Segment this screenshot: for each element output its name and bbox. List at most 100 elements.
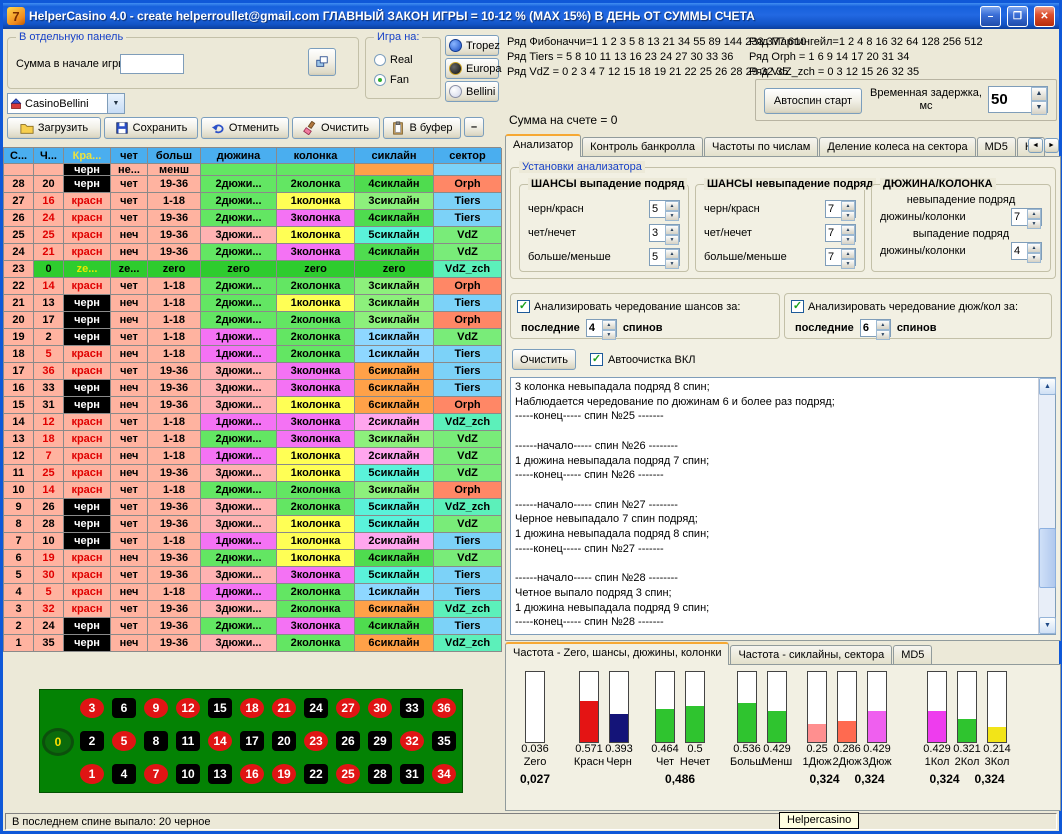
maximize-button[interactable]: ❐ bbox=[1007, 6, 1028, 27]
spinner[interactable]: 6▲▼ bbox=[860, 319, 891, 337]
collapse-button[interactable]: – bbox=[464, 117, 484, 137]
radio-real[interactable] bbox=[374, 54, 386, 66]
board-number-0[interactable]: 0 bbox=[45, 731, 71, 753]
log-scrollbar[interactable]: ▲ ▼ bbox=[1038, 378, 1055, 634]
tab-scroll-right-icon[interactable]: ► bbox=[1044, 138, 1059, 153]
spinner-up-icon[interactable]: ▲ bbox=[841, 249, 855, 259]
board-number-10[interactable]: 10 bbox=[176, 764, 200, 784]
spinner-down-icon[interactable]: ▼ bbox=[1031, 101, 1047, 115]
board-number-18[interactable]: 18 bbox=[240, 698, 264, 718]
board-number-26[interactable]: 26 bbox=[336, 731, 360, 751]
spinner-up-icon[interactable]: ▲ bbox=[665, 249, 679, 259]
board-number-6[interactable]: 6 bbox=[112, 698, 136, 718]
spinner[interactable]: 3▲▼ bbox=[649, 224, 680, 242]
main-tab-2[interactable]: Частоты по числам bbox=[704, 137, 818, 157]
board-number-16[interactable]: 16 bbox=[240, 764, 264, 784]
board-number-21[interactable]: 21 bbox=[272, 698, 296, 718]
board-number-4[interactable]: 4 bbox=[112, 764, 136, 784]
spinner[interactable]: 7▲▼ bbox=[1011, 208, 1042, 226]
chevron-down-icon[interactable]: ▼ bbox=[107, 94, 124, 113]
board-number-5[interactable]: 5 bbox=[112, 731, 136, 751]
clear-button[interactable]: Очистить bbox=[292, 117, 380, 139]
spinner[interactable]: 7▲▼ bbox=[825, 224, 856, 242]
taskbar-item[interactable]: Helpercasino bbox=[779, 812, 859, 829]
spinner-up-icon[interactable]: ▲ bbox=[1027, 243, 1041, 253]
board-number-13[interactable]: 13 bbox=[208, 764, 232, 784]
board-number-2[interactable]: 2 bbox=[80, 731, 104, 751]
load-button[interactable]: Загрузить bbox=[7, 117, 101, 139]
board-number-9[interactable]: 9 bbox=[144, 698, 168, 718]
undo-button[interactable]: Отменить bbox=[201, 117, 289, 139]
casino-button-tropez[interactable]: Tropez bbox=[445, 35, 499, 56]
freq-tab-0[interactable]: Частота - Zero, шансы, дюжины, колонки bbox=[505, 642, 729, 665]
close-button[interactable]: ✕ bbox=[1034, 6, 1055, 27]
board-number-32[interactable]: 32 bbox=[400, 731, 424, 751]
spinner-down-icon[interactable]: ▼ bbox=[665, 259, 679, 269]
main-tab-4[interactable]: MD5 bbox=[977, 137, 1016, 157]
freq-tab-2[interactable]: MD5 bbox=[893, 645, 932, 665]
autoclear-checkbox[interactable] bbox=[590, 353, 603, 366]
spinner-up-icon[interactable]: ▲ bbox=[1027, 209, 1041, 219]
freq-tab-1[interactable]: Частота - сиклайны, сектора bbox=[730, 645, 892, 665]
casino-button-bellini[interactable]: Bellini bbox=[445, 81, 499, 102]
main-tab-0[interactable]: Анализатор bbox=[505, 134, 581, 157]
minimize-button[interactable]: – bbox=[980, 6, 1001, 27]
board-number-31[interactable]: 31 bbox=[400, 764, 424, 784]
spinner-up-icon[interactable]: ▲ bbox=[665, 225, 679, 235]
board-number-19[interactable]: 19 bbox=[272, 764, 296, 784]
spinner-down-icon[interactable]: ▼ bbox=[841, 211, 855, 221]
spinner[interactable]: 5▲▼ bbox=[649, 200, 680, 218]
alt-chances-checkbox[interactable] bbox=[517, 300, 530, 313]
casino-button-europa[interactable]: Europa bbox=[445, 58, 499, 79]
board-number-17[interactable]: 17 bbox=[240, 731, 264, 751]
board-number-22[interactable]: 22 bbox=[304, 764, 328, 784]
main-tab-1[interactable]: Контроль банкролла bbox=[582, 137, 703, 157]
autospin-start-button[interactable]: Автоспин старт bbox=[764, 88, 862, 114]
board-number-23[interactable]: 23 bbox=[304, 731, 328, 751]
tab-scroll-left-icon[interactable]: ◄ bbox=[1028, 138, 1043, 153]
spinner-up-icon[interactable]: ▲ bbox=[665, 201, 679, 211]
spinner-up-icon[interactable]: ▲ bbox=[602, 320, 616, 330]
spinner-up-icon[interactable]: ▲ bbox=[876, 320, 890, 330]
board-number-24[interactable]: 24 bbox=[304, 698, 328, 718]
spinner[interactable]: 4▲▼ bbox=[586, 319, 617, 337]
board-number-30[interactable]: 30 bbox=[368, 698, 392, 718]
spinner-down-icon[interactable]: ▼ bbox=[841, 259, 855, 269]
delay-spinner[interactable]: 50 ▲ ▼ bbox=[988, 86, 1048, 113]
spinner[interactable]: 7▲▼ bbox=[825, 248, 856, 266]
board-number-35[interactable]: 35 bbox=[432, 731, 456, 751]
board-number-15[interactable]: 15 bbox=[208, 698, 232, 718]
board-number-25[interactable]: 25 bbox=[336, 764, 360, 784]
board-number-1[interactable]: 1 bbox=[80, 764, 104, 784]
board-number-34[interactable]: 34 bbox=[432, 764, 456, 784]
alt-dozcol-checkbox[interactable] bbox=[791, 300, 804, 313]
board-number-36[interactable]: 36 bbox=[432, 698, 456, 718]
spinner[interactable]: 7▲▼ bbox=[825, 200, 856, 218]
board-number-28[interactable]: 28 bbox=[368, 764, 392, 784]
main-tab-3[interactable]: Деление колеса на сектора bbox=[819, 137, 975, 157]
casino-select[interactable]: CasinoBellini ▼ bbox=[7, 93, 125, 114]
spinner-down-icon[interactable]: ▼ bbox=[602, 330, 616, 340]
buffer-button[interactable]: В буфер bbox=[383, 117, 461, 139]
spinner-up-icon[interactable]: ▲ bbox=[1031, 87, 1047, 101]
scroll-down-icon[interactable]: ▼ bbox=[1039, 617, 1056, 634]
board-number-29[interactable]: 29 bbox=[368, 731, 392, 751]
spinner-down-icon[interactable]: ▼ bbox=[1027, 253, 1041, 263]
scroll-up-icon[interactable]: ▲ bbox=[1039, 378, 1056, 395]
detach-panel-button[interactable] bbox=[308, 48, 336, 76]
spinner-down-icon[interactable]: ▼ bbox=[1027, 219, 1041, 229]
spinner-down-icon[interactable]: ▼ bbox=[841, 235, 855, 245]
save-button[interactable]: Сохранить bbox=[104, 117, 198, 139]
board-number-27[interactable]: 27 bbox=[336, 698, 360, 718]
board-number-8[interactable]: 8 bbox=[144, 731, 168, 751]
clear-log-button[interactable]: Очистить bbox=[512, 349, 576, 370]
start-sum-input[interactable] bbox=[120, 54, 184, 74]
spinner[interactable]: 4▲▼ bbox=[1011, 242, 1042, 260]
board-number-12[interactable]: 12 bbox=[176, 698, 200, 718]
radio-fan[interactable] bbox=[374, 74, 386, 86]
spinner-up-icon[interactable]: ▲ bbox=[841, 201, 855, 211]
board-number-7[interactable]: 7 bbox=[144, 764, 168, 784]
spinner-down-icon[interactable]: ▼ bbox=[876, 330, 890, 340]
board-number-20[interactable]: 20 bbox=[272, 731, 296, 751]
spinner-down-icon[interactable]: ▼ bbox=[665, 235, 679, 245]
